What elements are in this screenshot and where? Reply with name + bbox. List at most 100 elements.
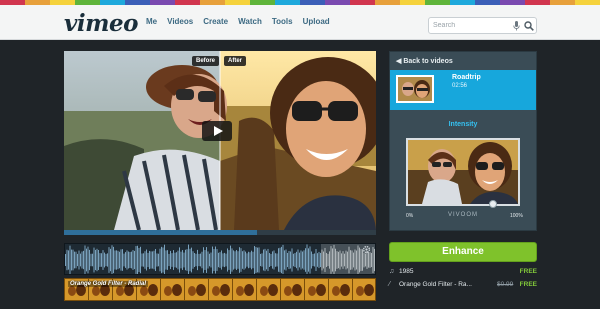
filter-thumbnail bbox=[353, 279, 375, 300]
waveform-bar bbox=[188, 244, 189, 274]
filter-track-label: Orange Gold Filter - Radial bbox=[68, 281, 149, 287]
waveform-bar bbox=[318, 251, 320, 269]
nav-item-create[interactable]: Create bbox=[203, 17, 228, 26]
settings-icon[interactable] bbox=[362, 245, 371, 254]
waveform-bar bbox=[113, 246, 114, 274]
waveform-bar bbox=[183, 252, 185, 268]
waveform-bar bbox=[114, 250, 116, 270]
waveform-bar bbox=[182, 250, 183, 270]
waveform-bar bbox=[120, 249, 122, 271]
license-row-music[interactable]: ♫ 1985 FREE bbox=[389, 268, 537, 278]
license-old-price: $0.99 bbox=[497, 281, 514, 288]
clip-duration: 02:56 bbox=[452, 83, 468, 89]
waveform-bar bbox=[272, 251, 273, 269]
waveform-bar bbox=[249, 252, 251, 268]
filter-thumbnail bbox=[233, 279, 257, 300]
search-box bbox=[428, 17, 537, 34]
waveform-bar bbox=[189, 248, 191, 272]
waveform-bar bbox=[150, 251, 152, 269]
magnifier-icon[interactable] bbox=[524, 21, 534, 31]
play-icon[interactable] bbox=[202, 121, 232, 141]
waveform-bar bbox=[281, 246, 282, 274]
waveform-bar bbox=[119, 251, 120, 269]
enhance-button[interactable]: Enhance bbox=[389, 242, 537, 262]
progress-bar[interactable] bbox=[64, 230, 376, 235]
waveform-bar bbox=[239, 247, 240, 273]
filter-thumbnail bbox=[281, 279, 305, 300]
waveform-bar bbox=[297, 249, 299, 271]
nav-item-upload[interactable]: Upload bbox=[303, 17, 330, 26]
intensity-slider-handle[interactable] bbox=[488, 200, 497, 208]
waveform-bar bbox=[138, 247, 140, 273]
selected-clip[interactable]: Roadtrip 02:56 bbox=[390, 70, 536, 110]
waveform-bar bbox=[200, 253, 201, 267]
waveform-bar bbox=[125, 252, 126, 268]
waveform-bar bbox=[204, 250, 206, 270]
filter-track[interactable]: Orange Gold Filter - Radial bbox=[64, 278, 376, 301]
filter-thumbnail bbox=[305, 279, 329, 300]
waveform-bar bbox=[276, 253, 278, 267]
waveform-bar bbox=[376, 248, 377, 272]
waveform-bar bbox=[228, 250, 230, 270]
waveform bbox=[65, 244, 377, 274]
waveform-bar bbox=[288, 250, 290, 270]
waveform-bar bbox=[161, 246, 162, 274]
waveform-bar bbox=[173, 250, 174, 270]
waveform-bar bbox=[90, 253, 92, 267]
waveform-bar bbox=[170, 250, 171, 270]
waveform-bar bbox=[143, 253, 144, 267]
waveform-bar bbox=[221, 250, 222, 270]
nav-item-videos[interactable]: Videos bbox=[167, 17, 193, 26]
waveform-bar bbox=[164, 244, 165, 274]
nav-item-watch[interactable]: Watch bbox=[238, 17, 262, 26]
back-to-videos-link[interactable]: ◀ Back to videos bbox=[396, 57, 453, 65]
audio-waveform-track[interactable] bbox=[64, 243, 376, 275]
waveform-bar bbox=[174, 252, 176, 268]
waveform-bar bbox=[257, 247, 258, 273]
nav-item-me[interactable]: Me bbox=[146, 17, 157, 26]
waveform-bar bbox=[224, 252, 225, 268]
waveform-bar bbox=[285, 249, 287, 271]
waveform-bar bbox=[252, 251, 254, 269]
waveform-bar bbox=[266, 250, 267, 270]
waveform-bar bbox=[185, 249, 186, 271]
waveform-bar bbox=[303, 250, 305, 270]
waveform-bar bbox=[194, 252, 195, 268]
after-label: After bbox=[224, 56, 247, 66]
waveform-bar bbox=[230, 245, 231, 274]
main-nav: Me Videos Create Watch Tools Upload bbox=[146, 17, 330, 26]
license-row-filter[interactable]: ⁄ Orange Gold Filter - Ra... $0.99 FREE bbox=[389, 281, 537, 291]
waveform-bar bbox=[234, 251, 236, 269]
search-input[interactable] bbox=[433, 20, 511, 31]
waveform-bar bbox=[291, 248, 293, 272]
waveform-bar bbox=[111, 245, 113, 274]
waveform-bar bbox=[77, 253, 78, 267]
waveform-bar bbox=[275, 253, 276, 267]
microphone-icon[interactable] bbox=[513, 21, 520, 31]
filter-thumbnail bbox=[209, 279, 233, 300]
waveform-bar bbox=[134, 250, 135, 270]
waveform-bar bbox=[236, 250, 237, 270]
waveform-bar bbox=[282, 244, 284, 274]
waveform-bar bbox=[102, 250, 104, 270]
waveform-bar bbox=[146, 249, 147, 271]
waveform-bar bbox=[96, 248, 98, 272]
waveform-bar bbox=[95, 249, 96, 271]
waveform-bar bbox=[152, 251, 153, 269]
waveform-bar bbox=[270, 253, 272, 267]
nav-item-tools[interactable]: Tools bbox=[272, 17, 293, 26]
waveform-bar bbox=[203, 247, 204, 273]
vimeo-logo[interactable]: vimeo bbox=[64, 10, 138, 37]
waveform-bar bbox=[155, 249, 156, 271]
waveform-bar bbox=[284, 250, 285, 270]
waveform-bar bbox=[242, 251, 243, 269]
waveform-bar bbox=[317, 253, 318, 267]
waveform-bar bbox=[287, 252, 288, 268]
waveform-bar bbox=[216, 249, 218, 271]
waveform-bar bbox=[141, 253, 143, 267]
waveform-bar bbox=[243, 250, 245, 270]
waveform-bar bbox=[261, 253, 263, 267]
waveform-bar bbox=[201, 251, 203, 269]
waveform-bar bbox=[92, 253, 93, 267]
waveform-bar bbox=[290, 251, 291, 269]
